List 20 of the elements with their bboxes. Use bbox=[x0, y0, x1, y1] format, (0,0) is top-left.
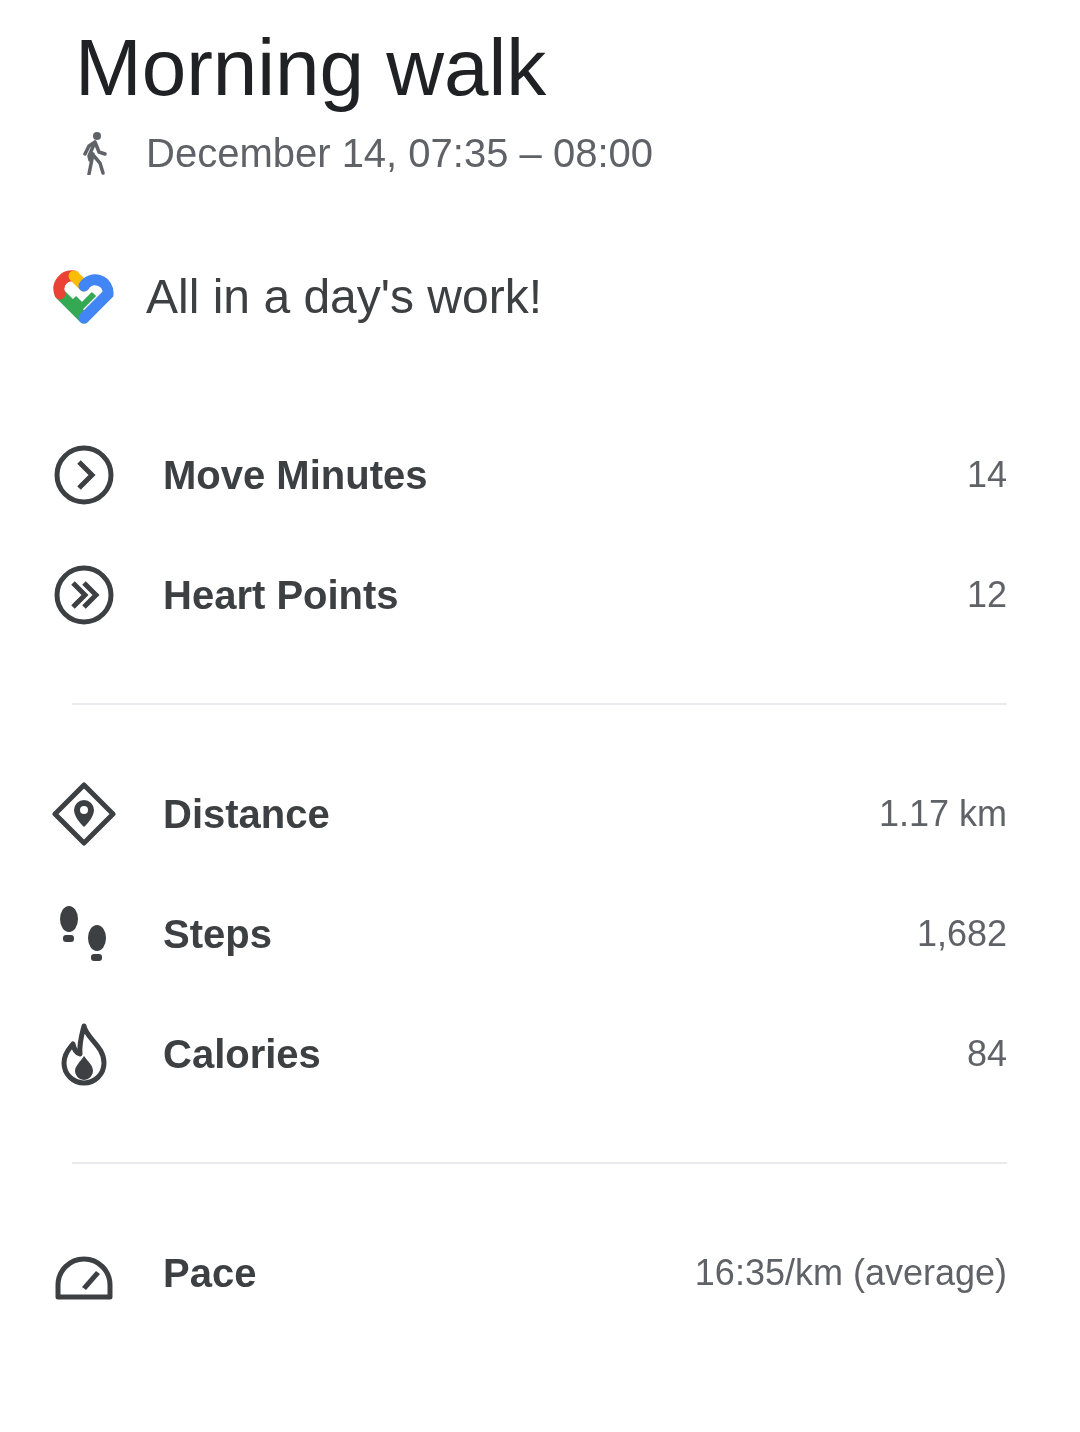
page-title: Morning walk bbox=[75, 22, 548, 114]
metric-label: Steps bbox=[163, 911, 273, 957]
metric-value: 16:35/km (average) bbox=[694, 1252, 1007, 1294]
metric-label: Distance bbox=[163, 791, 331, 837]
heart-logo-icon bbox=[52, 268, 116, 324]
walking-person-icon bbox=[80, 131, 110, 175]
circle-double-chevron-icon bbox=[52, 563, 116, 627]
metric-value: 1.17 km bbox=[878, 793, 1007, 835]
metric-value: 14 bbox=[966, 454, 1007, 496]
activity-time: December 14, 07:35 – 08:00 bbox=[146, 130, 653, 176]
metric-value: 84 bbox=[966, 1033, 1007, 1075]
metric-label: Calories bbox=[163, 1031, 322, 1077]
motivation-message: All in a day's work! bbox=[146, 268, 542, 324]
metric-value: 12 bbox=[966, 574, 1007, 616]
circle-chevron-icon bbox=[52, 443, 116, 507]
metric-label: Pace bbox=[163, 1250, 258, 1296]
location-diamond-icon bbox=[52, 782, 116, 846]
metric-label: Heart Points bbox=[163, 572, 400, 618]
metric-value: 1,682 bbox=[916, 913, 1007, 955]
metric-label: Move Minutes bbox=[163, 452, 429, 498]
